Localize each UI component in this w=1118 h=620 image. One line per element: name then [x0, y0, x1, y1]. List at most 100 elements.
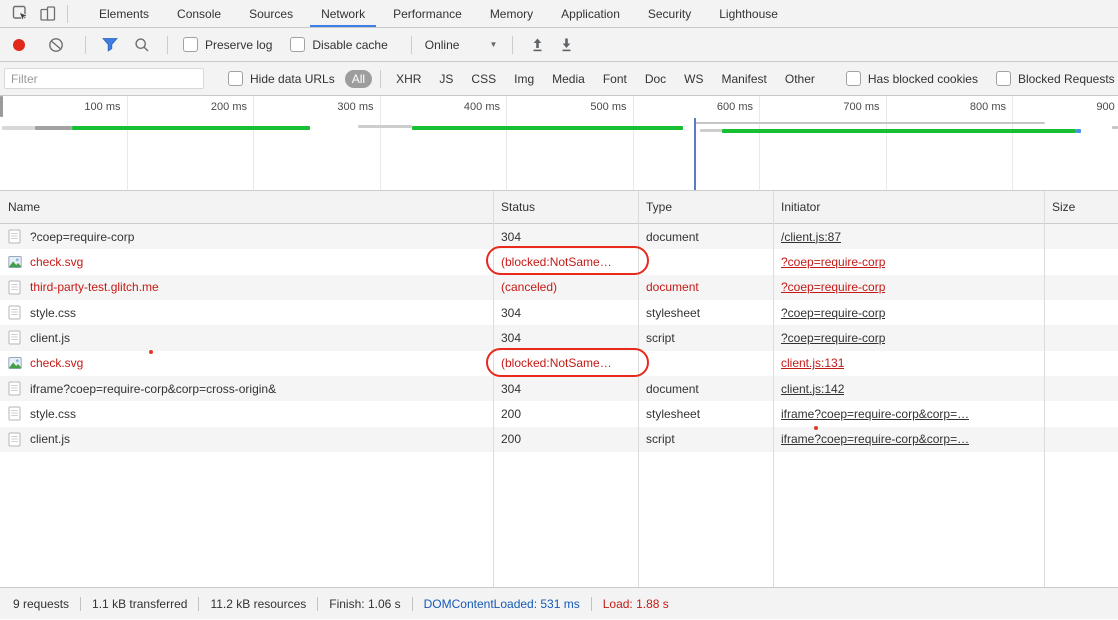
initiator-link[interactable]: iframe?coep=require-corp&corp=… — [781, 407, 969, 421]
table-row[interactable]: check.svg (blocked:NotSame… ?coep=requir… — [0, 249, 1118, 274]
hide-data-urls-checkbox[interactable] — [228, 71, 243, 86]
clear-button[interactable] — [48, 37, 64, 53]
disable-cache-checkbox[interactable] — [290, 37, 305, 52]
filter-type-all[interactable]: All — [345, 70, 372, 88]
tab-lighthouse[interactable]: Lighthouse — [705, 0, 792, 27]
column-divider[interactable] — [638, 191, 639, 587]
summary-divider — [80, 597, 81, 611]
timeline-tick-label: 400 ms — [434, 101, 500, 113]
record-button[interactable] — [13, 39, 25, 51]
network-overview-timeline[interactable]: 100 ms200 ms300 ms400 ms500 ms600 ms700 … — [0, 96, 1118, 191]
initiator-link[interactable]: iframe?coep=require-corp&corp=… — [781, 432, 969, 446]
tab-security[interactable]: Security — [634, 0, 705, 27]
type-text: document — [638, 376, 773, 401]
overview-waterfall-bar — [0, 96, 3, 117]
initiator-link[interactable]: ?coep=require-corp — [781, 255, 885, 269]
overview-waterfall-bar — [72, 126, 310, 130]
tab-elements[interactable]: Elements — [85, 0, 163, 27]
throttling-value: Online — [425, 38, 460, 52]
column-divider[interactable] — [773, 191, 774, 587]
initiator-link[interactable]: client.js:142 — [781, 382, 844, 396]
tab-performance[interactable]: Performance — [379, 0, 476, 27]
search-button[interactable] — [134, 37, 150, 53]
request-name: style.css — [30, 306, 76, 320]
preserve-log-checkbox[interactable] — [183, 37, 198, 52]
tab-memory[interactable]: Memory — [476, 0, 547, 27]
filter-type-other[interactable]: Other — [778, 70, 822, 88]
type-text: script — [638, 325, 773, 350]
filter-type-font[interactable]: Font — [596, 70, 634, 88]
throttling-dropdown[interactable]: Online ▼ — [425, 38, 498, 52]
image-file-icon — [8, 255, 22, 269]
toolbar-divider — [67, 5, 68, 23]
has-blocked-cookies-checkbox[interactable] — [846, 71, 861, 86]
type-text: document — [638, 224, 773, 249]
document-file-icon — [8, 280, 22, 294]
filter-type-img[interactable]: Img — [507, 70, 541, 88]
filter-toggle-button[interactable] — [101, 37, 119, 52]
status-text: (canceled) — [501, 280, 557, 294]
status-text: (blocked:NotSame… — [501, 356, 612, 370]
initiator-link[interactable]: ?coep=require-corp — [781, 331, 885, 345]
filter-type-js[interactable]: JS — [432, 70, 460, 88]
table-row[interactable]: style.css 304 stylesheet ?coep=require-c… — [0, 300, 1118, 325]
disable-cache-label: Disable cache — [312, 38, 387, 52]
timeline-gridline — [127, 96, 128, 190]
size-cell — [1044, 376, 1118, 401]
summary-divider — [591, 597, 592, 611]
import-har-button[interactable] — [530, 37, 545, 53]
panel-tabs: ElementsConsoleSourcesNetworkPerformance… — [85, 0, 792, 27]
overview-waterfall-bar — [1112, 126, 1118, 129]
initiator-link[interactable]: /client.js:87 — [781, 230, 841, 244]
image-file-icon — [8, 356, 22, 370]
initiator-link[interactable]: ?coep=require-corp — [781, 306, 885, 320]
filter-type-media[interactable]: Media — [545, 70, 592, 88]
tab-application[interactable]: Application — [547, 0, 634, 27]
filter-type-manifest[interactable]: Manifest — [715, 70, 774, 88]
filter-type-doc[interactable]: Doc — [638, 70, 673, 88]
type-text: script — [638, 427, 773, 452]
chevron-down-icon: ▼ — [489, 40, 497, 49]
column-header-type[interactable]: Type — [638, 200, 773, 214]
device-toolbar-button[interactable] — [34, 2, 62, 26]
tab-sources[interactable]: Sources — [235, 0, 307, 27]
blocked-requests-checkbox[interactable] — [996, 71, 1011, 86]
timeline-tick-label: 600 ms — [687, 101, 753, 113]
funnel-icon — [101, 37, 119, 52]
table-row[interactable]: third-party-test.glitch.me (canceled) do… — [0, 275, 1118, 300]
status-text: 200 — [501, 432, 521, 446]
table-row[interactable]: style.css 200 stylesheet iframe?coep=req… — [0, 401, 1118, 426]
filter-type-ws[interactable]: WS — [677, 70, 710, 88]
inspect-element-button[interactable] — [6, 2, 34, 26]
table-row[interactable]: ?coep=require-corp 304 document /client.… — [0, 224, 1118, 249]
initiator-link[interactable]: client.js:131 — [781, 356, 844, 370]
column-header-name[interactable]: Name — [0, 200, 493, 214]
table-row[interactable]: client.js 200 script iframe?coep=require… — [0, 427, 1118, 452]
column-divider[interactable] — [493, 191, 494, 587]
status-text: 304 — [501, 331, 521, 345]
timeline-tick-label: 700 ms — [814, 101, 880, 113]
size-cell — [1044, 224, 1118, 249]
table-body: ?coep=require-corp 304 document /client.… — [0, 224, 1118, 452]
network-summary-bar: 9 requests1.1 kB transferred11.2 kB reso… — [0, 587, 1118, 619]
request-name: iframe?coep=require-corp&corp=cross-orig… — [30, 382, 276, 396]
has-blocked-cookies-label: Has blocked cookies — [868, 72, 978, 86]
table-row[interactable]: client.js 304 script ?coep=require-corp — [0, 325, 1118, 350]
filter-type-xhr[interactable]: XHR — [389, 70, 428, 88]
column-header-size[interactable]: Size — [1044, 200, 1118, 214]
table-row[interactable]: check.svg (blocked:NotSame… client.js:13… — [0, 351, 1118, 376]
column-header-initiator[interactable]: Initiator — [773, 200, 1044, 214]
status-text: 304 — [501, 230, 521, 244]
column-header-status[interactable]: Status — [493, 200, 638, 214]
initiator-link[interactable]: ?coep=require-corp — [781, 280, 885, 294]
filter-type-css[interactable]: CSS — [464, 70, 503, 88]
filter-input[interactable] — [4, 68, 204, 89]
tab-console[interactable]: Console — [163, 0, 235, 27]
column-divider[interactable] — [1044, 191, 1045, 587]
type-text: document — [638, 275, 773, 300]
export-har-button[interactable] — [559, 37, 574, 53]
tab-network[interactable]: Network — [307, 0, 379, 27]
table-row[interactable]: iframe?coep=require-corp&corp=cross-orig… — [0, 376, 1118, 401]
summary-item: Load: 1.88 s — [603, 597, 669, 611]
overview-waterfall-bar — [722, 129, 1076, 133]
